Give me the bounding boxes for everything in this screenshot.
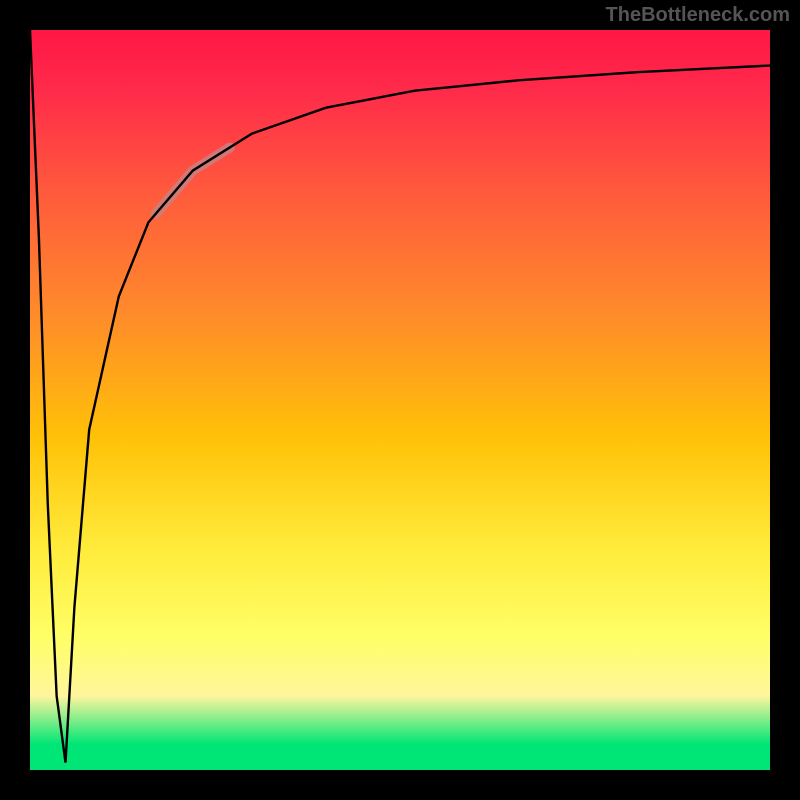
watermark-text: TheBottleneck.com	[606, 4, 790, 27]
bottleneck-curve	[30, 30, 770, 763]
chart-area	[30, 30, 770, 770]
curve-highlight-segment	[156, 147, 230, 213]
chart-svg	[30, 30, 770, 770]
